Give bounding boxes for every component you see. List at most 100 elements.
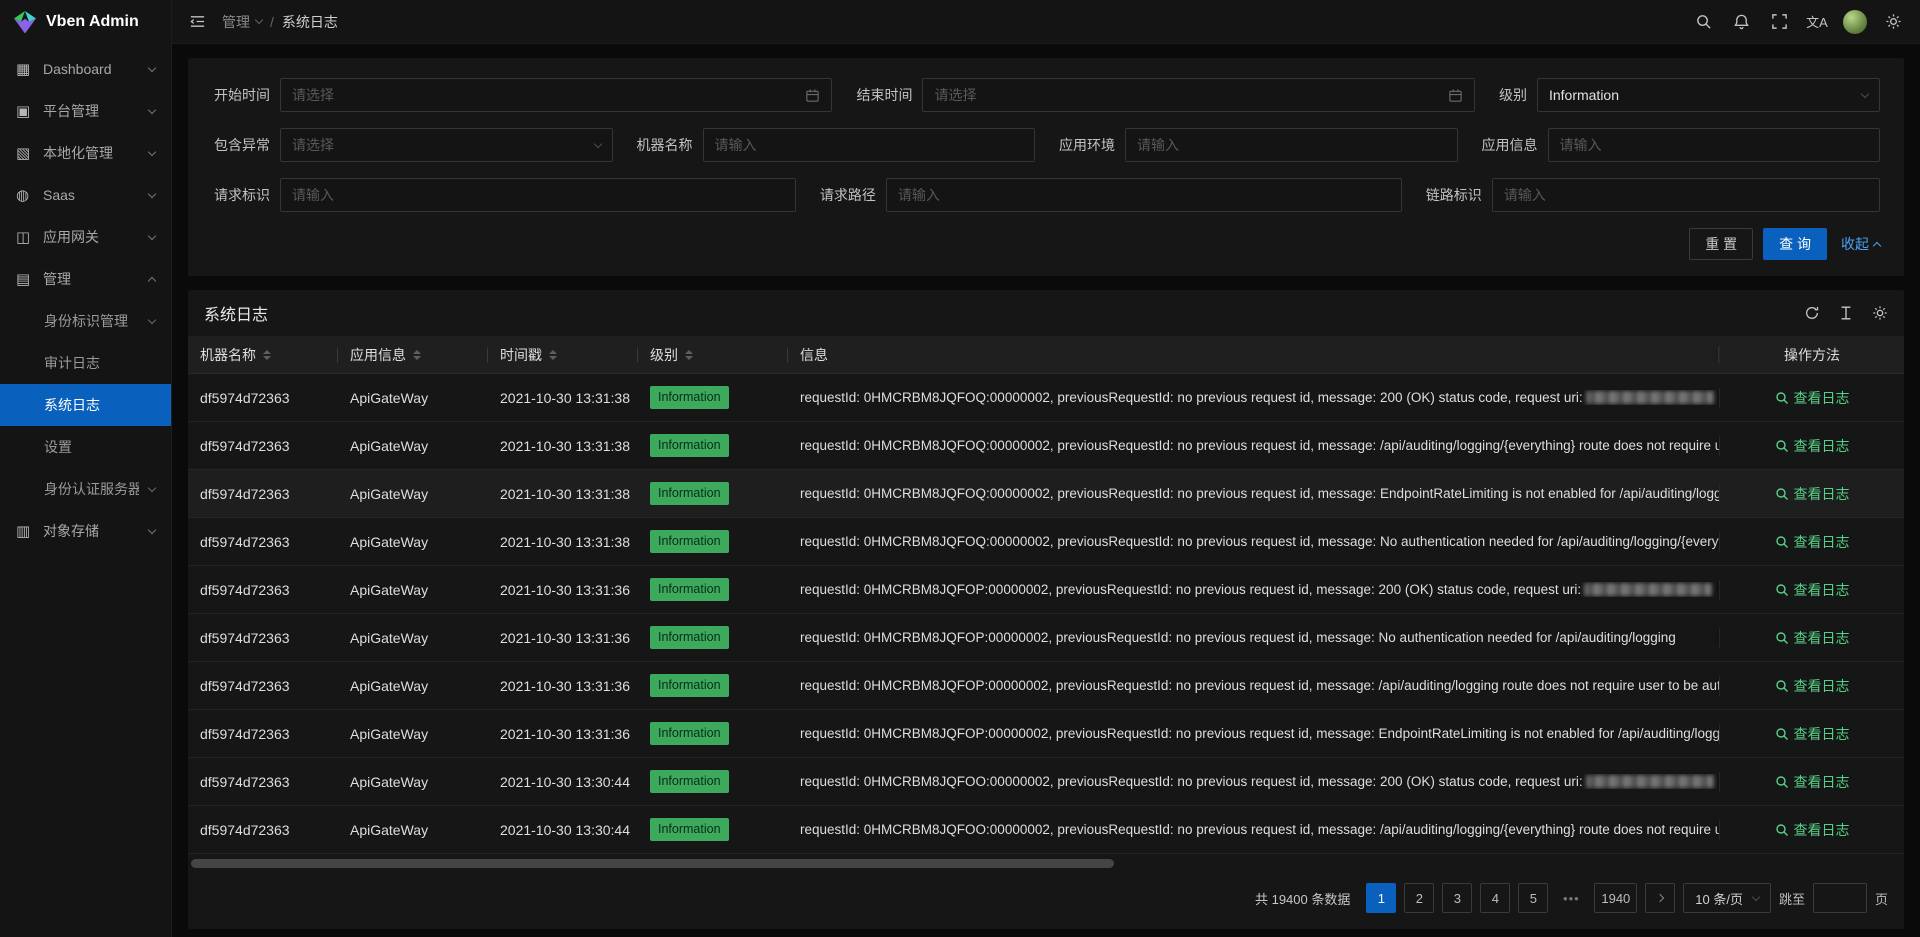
app-info-cell: ApiGateWay bbox=[338, 678, 488, 694]
page-button[interactable]: ••• bbox=[1556, 883, 1586, 913]
object-storage-icon: ▥ bbox=[16, 522, 33, 540]
avatar[interactable] bbox=[1836, 0, 1874, 44]
settings-gear-icon[interactable] bbox=[1874, 0, 1912, 44]
column-header-actions: 操作方法 bbox=[1719, 345, 1904, 365]
machine-name-label: 机器名称 bbox=[635, 135, 693, 155]
sidebar: Vben Admin ▦ Dashboard ▣ 平台管理 bbox=[0, 0, 172, 937]
app-info-cell: ApiGateWay bbox=[338, 630, 488, 646]
app-environment-input[interactable] bbox=[1125, 128, 1458, 162]
menu-item-label: 审计日志 bbox=[44, 353, 155, 373]
chevron-down-icon bbox=[148, 63, 156, 71]
search-icon[interactable] bbox=[1684, 0, 1722, 44]
scrollbar-thumb[interactable] bbox=[191, 859, 1114, 868]
magnifier-icon bbox=[1775, 439, 1789, 453]
sort-icon[interactable] bbox=[685, 350, 693, 360]
page-button[interactable]: 1 bbox=[1366, 883, 1396, 913]
view-log-link[interactable]: 查看日志 bbox=[1775, 820, 1850, 840]
sidebar-item[interactable]: ▧ 本地化管理 bbox=[0, 132, 171, 174]
column-header-machine-name[interactable]: 机器名称 bbox=[188, 345, 338, 365]
sidebar-item[interactable]: 设置 bbox=[0, 426, 171, 468]
view-log-link[interactable]: 查看日志 bbox=[1775, 532, 1850, 552]
redacted-text bbox=[1586, 391, 1714, 404]
table-row: df5974d72363 ApiGateWay 2021-10-30 13:30… bbox=[188, 806, 1904, 854]
magnifier-icon bbox=[1775, 775, 1789, 789]
breadcrumb: 管理 / 系统日志 bbox=[222, 12, 338, 32]
end-time-input[interactable]: 请选择 bbox=[922, 78, 1474, 112]
page-button[interactable]: 3 bbox=[1442, 883, 1472, 913]
fullscreen-icon[interactable] bbox=[1760, 0, 1798, 44]
page-button[interactable]: 5 bbox=[1518, 883, 1548, 913]
sidebar-item[interactable]: ◍ Saas bbox=[0, 174, 171, 216]
request-path-input[interactable] bbox=[886, 178, 1402, 212]
saas-icon: ◍ bbox=[16, 186, 33, 204]
message-cell: requestId: 0HMCRBM8JQFOP:00000002, previ… bbox=[788, 678, 1719, 693]
column-header-timestamp[interactable]: 时间戳 bbox=[488, 345, 638, 365]
start-time-input[interactable]: 请选择 bbox=[280, 78, 832, 112]
page-button[interactable]: 1940 bbox=[1594, 883, 1637, 913]
next-page-button[interactable] bbox=[1645, 883, 1675, 913]
table-row: df5974d72363 ApiGateWay 2021-10-30 13:31… bbox=[188, 422, 1904, 470]
machine-name-cell: df5974d72363 bbox=[188, 630, 338, 646]
exception-label: 包含异常 bbox=[212, 135, 270, 155]
search-button[interactable]: 查 询 bbox=[1763, 228, 1827, 260]
sidebar-item[interactable]: 身份认证服务器 bbox=[0, 468, 171, 510]
column-header-app-info[interactable]: 应用信息 bbox=[338, 345, 488, 365]
machine-name-input[interactable] bbox=[703, 128, 1036, 162]
form-actions: 重 置 查 询 收起 bbox=[212, 228, 1880, 260]
collapse-label: 收起 bbox=[1841, 234, 1869, 254]
app-title: Vben Admin bbox=[46, 13, 139, 31]
request-id-field: 请求标识 bbox=[212, 178, 796, 212]
sidebar-item[interactable]: ◫ 应用网关 bbox=[0, 216, 171, 258]
horizontal-scrollbar[interactable] bbox=[191, 859, 1901, 871]
sidebar-item[interactable]: ▦ Dashboard bbox=[0, 48, 171, 90]
breadcrumb-item-admin[interactable]: 管理 bbox=[222, 12, 262, 32]
message-text: requestId: 0HMCRBM8JQFOQ:00000002, previ… bbox=[800, 534, 1719, 549]
message-text: requestId: 0HMCRBM8JQFOP:00000002, previ… bbox=[800, 678, 1719, 693]
view-log-link[interactable]: 查看日志 bbox=[1775, 724, 1850, 744]
level-cell: Information bbox=[638, 818, 788, 841]
column-settings-icon[interactable] bbox=[1872, 305, 1888, 321]
notification-bell-icon[interactable] bbox=[1722, 0, 1760, 44]
request-id-input[interactable] bbox=[280, 178, 796, 212]
sidebar-item[interactable]: ▤ 管理 bbox=[0, 258, 171, 300]
sidebar-item[interactable]: ▥ 对象存储 bbox=[0, 510, 171, 552]
reset-button[interactable]: 重 置 bbox=[1689, 228, 1753, 260]
message-cell: requestId: 0HMCRBM8JQFOP:00000002, previ… bbox=[788, 726, 1719, 741]
sort-icon[interactable] bbox=[549, 350, 557, 360]
trace-id-input[interactable] bbox=[1492, 178, 1880, 212]
view-log-link[interactable]: 查看日志 bbox=[1775, 580, 1850, 600]
message-text: requestId: 0HMCRBM8JQFOP:00000002, previ… bbox=[800, 726, 1719, 741]
logo[interactable]: Vben Admin bbox=[0, 0, 171, 44]
view-log-link[interactable]: 查看日志 bbox=[1775, 676, 1850, 696]
sort-icon[interactable] bbox=[263, 350, 271, 360]
sidebar-item[interactable]: 身份标识管理 bbox=[0, 300, 171, 342]
app-info-input[interactable] bbox=[1548, 128, 1881, 162]
jump-page-input[interactable] bbox=[1813, 883, 1867, 913]
page-button[interactable]: 2 bbox=[1404, 883, 1434, 913]
sidebar-item[interactable]: 系统日志 bbox=[0, 384, 171, 426]
translate-icon[interactable]: 文A bbox=[1798, 0, 1836, 44]
view-log-link[interactable]: 查看日志 bbox=[1775, 772, 1850, 792]
collapse-link[interactable]: 收起 bbox=[1841, 234, 1880, 254]
refresh-icon[interactable] bbox=[1804, 305, 1820, 321]
table-row: df5974d72363 ApiGateWay 2021-10-30 13:31… bbox=[188, 662, 1904, 710]
table-title: 系统日志 bbox=[204, 301, 268, 325]
page-button[interactable]: 4 bbox=[1480, 883, 1510, 913]
view-log-link[interactable]: 查看日志 bbox=[1775, 484, 1850, 504]
column-height-icon[interactable] bbox=[1838, 305, 1854, 321]
page-size-select[interactable]: 10 条/页 bbox=[1683, 883, 1771, 913]
level-select[interactable]: Information bbox=[1537, 78, 1880, 112]
message-text: requestId: 0HMCRBM8JQFOQ:00000002, previ… bbox=[800, 438, 1719, 453]
view-log-link[interactable]: 查看日志 bbox=[1775, 628, 1850, 648]
machine-name-cell: df5974d72363 bbox=[188, 726, 338, 742]
exception-select[interactable]: 请选择 bbox=[280, 128, 613, 162]
sort-icon[interactable] bbox=[413, 350, 421, 360]
column-header-level[interactable]: 级别 bbox=[638, 345, 788, 365]
sidebar-item[interactable]: 审计日志 bbox=[0, 342, 171, 384]
message-cell: requestId: 0HMCRBM8JQFOO:00000002, previ… bbox=[788, 774, 1719, 789]
level-badge: Information bbox=[650, 722, 729, 745]
view-log-link[interactable]: 查看日志 bbox=[1775, 436, 1850, 456]
view-log-link[interactable]: 查看日志 bbox=[1775, 388, 1850, 408]
sidebar-item[interactable]: ▣ 平台管理 bbox=[0, 90, 171, 132]
menu-fold-icon[interactable] bbox=[178, 0, 216, 44]
